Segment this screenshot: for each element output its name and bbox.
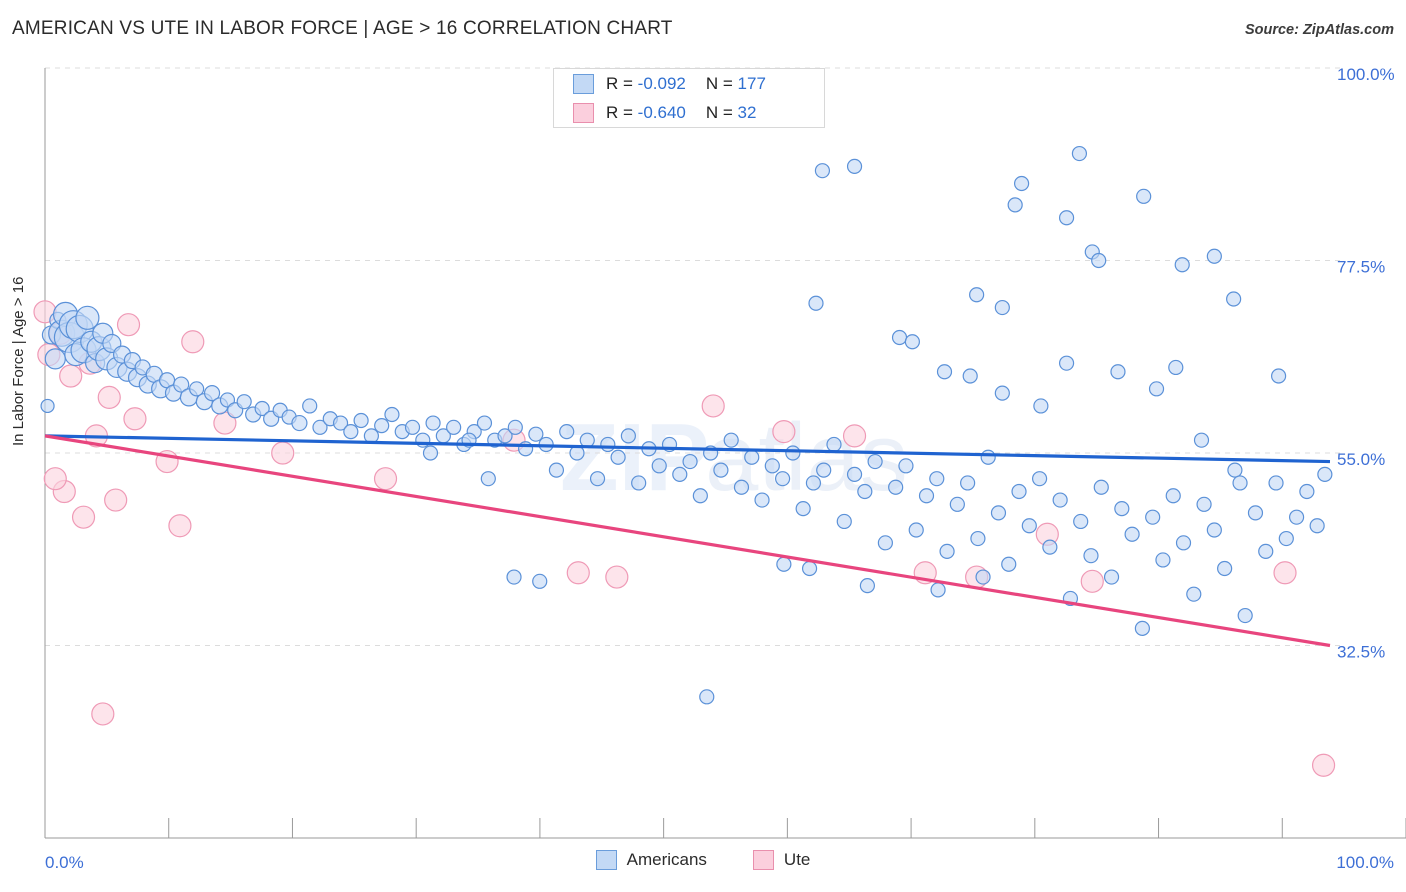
svg-text:77.5%: 77.5% — [1337, 258, 1385, 277]
y-axis-tick-labels: 100.0% 77.5% 55.0% 32.5% — [1337, 65, 1395, 662]
series-legend-ute[interactable]: Ute — [752, 850, 811, 870]
series-swatch-americans — [595, 850, 617, 870]
stats-legend-row-ute: R = -0.640 N = 32 — [554, 98, 824, 127]
gridlines — [45, 67, 1342, 646]
scatter-plot-canvas: ZIPatlas 100.0%77.5%55.0%32.5% — [33, 65, 1406, 839]
series-label-americans: Americans — [626, 850, 707, 869]
legend-swatch-ute — [573, 102, 594, 123]
series-legend: Americans Ute — [0, 850, 1406, 870]
series-legend-americans[interactable]: Americans — [595, 850, 707, 870]
stats-legend: R = -0.092 N = 177 R = -0.640 N = 32 — [553, 68, 825, 128]
legend-swatch-americans — [573, 73, 594, 94]
stats-americans-r: R = -0.092 N = 177 — [606, 73, 766, 93]
stats-ute-r: R = -0.640 N = 32 — [606, 102, 757, 122]
svg-text:32.5%: 32.5% — [1337, 643, 1385, 662]
svg-text:100.0%: 100.0% — [1337, 65, 1395, 84]
svg-text:55.0%: 55.0% — [1337, 450, 1385, 469]
series-label-ute: Ute — [783, 850, 811, 869]
stats-legend-row-americans: R = -0.092 N = 177 — [554, 69, 824, 98]
series-swatch-ute — [752, 850, 774, 870]
